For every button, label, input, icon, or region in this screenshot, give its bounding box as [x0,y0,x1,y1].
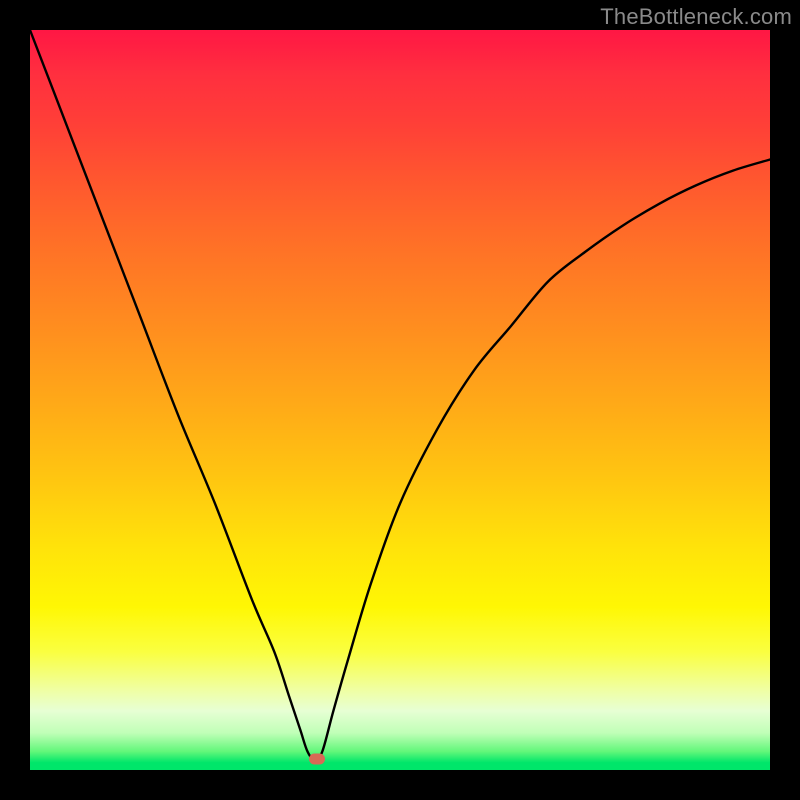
plot-area [30,30,770,770]
curve-svg [30,30,770,770]
bottleneck-curve [30,30,770,760]
chart-frame: TheBottleneck.com [0,0,800,800]
watermark-text: TheBottleneck.com [600,4,792,30]
optimum-marker [309,753,325,764]
